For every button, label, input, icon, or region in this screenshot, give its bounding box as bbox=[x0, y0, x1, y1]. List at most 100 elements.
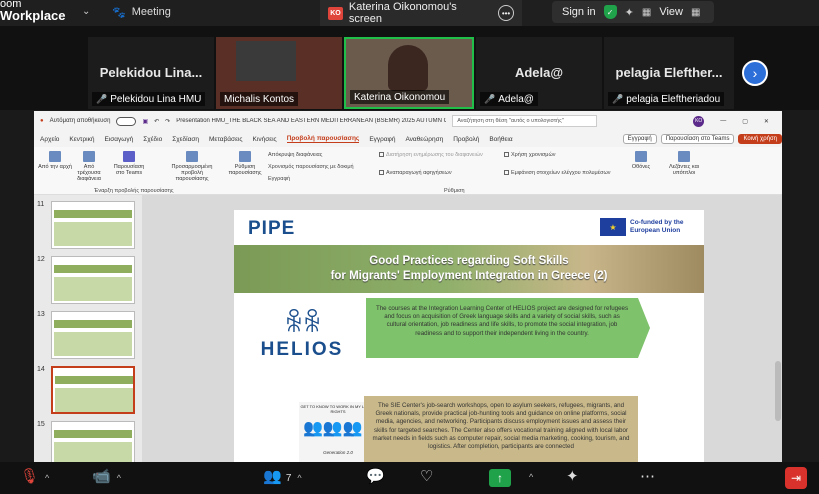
slide-canvas[interactable]: PIPE ★ Co-funded by the European Union G… bbox=[234, 210, 704, 462]
hide-slide-button[interactable]: Απόκρυψη διαφάνειας bbox=[268, 152, 322, 158]
participant-tile-video[interactable]: Michalis Kontos bbox=[216, 37, 342, 109]
view-button[interactable]: View bbox=[659, 6, 683, 18]
chevron-up-icon[interactable]: ^ bbox=[45, 473, 49, 483]
avatar[interactable]: KO bbox=[693, 115, 705, 127]
chevron-up-icon[interactable]: ^ bbox=[117, 473, 121, 483]
mic-off-icon: 🎤 bbox=[612, 93, 624, 104]
leave-button[interactable]: ⇥ bbox=[785, 467, 807, 489]
ribbon-tab[interactable]: Αναθεώρηση bbox=[405, 136, 443, 143]
view-grid-icon[interactable]: ▦ bbox=[691, 7, 700, 18]
autosave-toggle[interactable] bbox=[116, 116, 137, 126]
from-start-button[interactable]: Από την αρχή bbox=[38, 151, 72, 170]
narration-checkbox[interactable]: Αναπαραγωγή αφηγήσεων bbox=[379, 170, 452, 176]
subtitles-button[interactable]: Λεζάντες και υπότιτλοι bbox=[662, 151, 706, 176]
ribbon-tab[interactable]: Κεντρική bbox=[69, 136, 94, 143]
shield-icon[interactable]: ✓ bbox=[603, 5, 617, 19]
ribbon-tab[interactable]: Βοήθεια bbox=[489, 136, 512, 143]
ribbon-tab[interactable]: Μεταβάσεις bbox=[209, 136, 243, 143]
active-speaker-tile[interactable]: Katerina Oikonomou bbox=[344, 37, 474, 109]
setup-icon bbox=[239, 151, 251, 162]
custom-show-icon bbox=[186, 151, 198, 162]
slide-thumbnail[interactable] bbox=[51, 311, 135, 359]
video-frame bbox=[236, 41, 296, 81]
meeting-tab[interactable]: 🐾 Meeting bbox=[112, 3, 317, 21]
ribbon-tab[interactable]: Σχέδιο bbox=[143, 136, 162, 143]
keep-updated-checkbox[interactable]: Διατήρηση ενημέρωσης του διαφανειών bbox=[379, 152, 483, 158]
people-icon: ꆜꆜ bbox=[283, 308, 323, 338]
chevron-up-icon[interactable]: ^ bbox=[529, 472, 533, 482]
speaker-video bbox=[388, 45, 428, 91]
participant-tile[interactable]: pelagia Elefther... 🎤 pelagia Eleftheriad… bbox=[604, 37, 734, 109]
leave-icon: ⇥ bbox=[790, 471, 802, 485]
grid-icon[interactable]: ▦ bbox=[642, 7, 651, 18]
ribbon-tab[interactable]: Εγγραφή bbox=[369, 136, 395, 143]
search-input[interactable]: Αναζήτηση στη θέση "αυτός ο υπολογιστής" bbox=[452, 115, 598, 127]
ppt-logo-icon: ● bbox=[40, 118, 44, 124]
subtitles-icon bbox=[678, 151, 690, 162]
powerpoint-window: ● Αυτόματη αποθήκευση ▣ ↶ ↷ Presentation… bbox=[34, 111, 782, 469]
present-teams-button[interactable]: Παρουσίαση στο Teams bbox=[112, 151, 146, 176]
rehearse-button[interactable]: Χρονισμός παρουσίασης με δοκιμή bbox=[268, 164, 354, 170]
thumbnail-body bbox=[54, 222, 132, 246]
ribbon: Από την αρχή Από τρέχουσα διαφάνεια Παρο… bbox=[34, 147, 782, 195]
mic-off-icon: 🎤 bbox=[484, 93, 496, 104]
monitor-button[interactable]: Οθόνες bbox=[624, 151, 658, 170]
participant-tile[interactable]: Adela@ 🎤 Adela@ bbox=[476, 37, 602, 109]
custom-show-button[interactable]: Προσαρμοσμένη προβολή παρουσίασης bbox=[166, 151, 218, 182]
autosave-label: Αυτόματη αποθήκευση bbox=[49, 118, 111, 124]
mute-button[interactable]: 🎙 ^ bbox=[20, 467, 49, 485]
save-icon[interactable]: ▣ bbox=[142, 118, 148, 125]
more-options-icon[interactable]: ••• bbox=[498, 5, 514, 21]
chat-button[interactable]: 💬 bbox=[366, 467, 385, 485]
more-button[interactable]: ⋯ bbox=[640, 467, 655, 485]
slide-thumbnail[interactable] bbox=[51, 201, 135, 249]
eu-flag-icon: ★ bbox=[600, 218, 626, 236]
ribbon-tab[interactable]: Προβολή παρουσίασης bbox=[286, 135, 360, 143]
ribbon-tab[interactable]: Κινήσεις bbox=[253, 136, 277, 143]
shared-screen-tab[interactable]: KO Katerina Oikonomou's screen ••• bbox=[320, 0, 522, 26]
record-button[interactable]: Εγγραφή bbox=[268, 176, 290, 182]
use-timings-checkbox[interactable]: Χρήση χρονισμών bbox=[504, 152, 556, 158]
setup-show-button[interactable]: Ρύθμιση παρουσίασης bbox=[228, 151, 262, 176]
people-icon: 👥👥👥 bbox=[303, 420, 363, 437]
more-options-icon: ⋯ bbox=[640, 468, 655, 485]
slide-thumbnail[interactable] bbox=[51, 256, 135, 304]
signin-button[interactable]: Sign in bbox=[562, 6, 596, 18]
next-page-button[interactable]: › bbox=[742, 60, 768, 86]
show-controls-checkbox[interactable]: Εμφάνιση στοιχείων ελέγχου πολυμέσων bbox=[504, 170, 611, 176]
record-button[interactable]: Εγγραφή bbox=[622, 134, 657, 144]
ribbon-tab[interactable]: Αρχείο bbox=[40, 136, 59, 143]
redo-icon[interactable]: ↷ bbox=[165, 118, 170, 125]
ribbon-tab[interactable]: Σχεδίαση bbox=[172, 136, 199, 143]
video-button[interactable]: 📹 ^ bbox=[92, 467, 121, 485]
thumbnail-number: 11 bbox=[37, 201, 45, 208]
close-icon[interactable]: ✕ bbox=[764, 118, 769, 125]
share-screen-button[interactable]: ↑ bbox=[489, 469, 511, 487]
top-right-controls: Sign in ✓ ✦ ▦ View ▦ bbox=[552, 1, 714, 23]
thumbnail-number: 14 bbox=[37, 366, 45, 373]
slide-thumbnail[interactable] bbox=[51, 366, 135, 414]
minimize-icon[interactable]: — bbox=[720, 118, 726, 124]
presenter-badge: KO bbox=[328, 6, 343, 20]
reactions-button[interactable]: ♡ bbox=[420, 467, 433, 485]
maximize-icon[interactable]: ▢ bbox=[742, 118, 748, 125]
share-button[interactable]: Κοινή χρήση bbox=[738, 134, 782, 144]
participants-button[interactable]: 👥 7 ^ bbox=[263, 467, 302, 485]
thumbnail-banner bbox=[55, 376, 133, 384]
present-teams-button[interactable]: Παρουσίαση στο Teams bbox=[660, 134, 735, 144]
thumbnail-body bbox=[55, 388, 133, 412]
more-share-button[interactable]: ^ bbox=[523, 467, 533, 484]
chevron-up-icon[interactable]: ^ bbox=[297, 473, 301, 483]
sparkle-icon[interactable]: ✦ bbox=[625, 6, 634, 19]
ai-companion-button[interactable]: ✦ bbox=[566, 467, 579, 485]
chevron-down-icon[interactable]: ⌄ bbox=[82, 6, 90, 17]
participant-tile[interactable]: Pelekidou Lina... 🎤 Pelekidou Lina HMU bbox=[88, 37, 214, 109]
participant-name: Pelekidou Lina... bbox=[99, 65, 203, 80]
ribbon-tab[interactable]: Προβολή bbox=[453, 136, 479, 143]
ribbon-tab[interactable]: Εισαγωγή bbox=[104, 136, 133, 143]
vertical-scrollbar[interactable] bbox=[775, 361, 781, 421]
brand-line2: Workplace bbox=[0, 8, 66, 23]
from-current-button[interactable]: Από τρέχουσα διαφάνεια bbox=[72, 151, 106, 182]
sie-description: The SIE Center's job-search workshops, o… bbox=[364, 396, 638, 462]
undo-icon[interactable]: ↶ bbox=[154, 118, 159, 125]
